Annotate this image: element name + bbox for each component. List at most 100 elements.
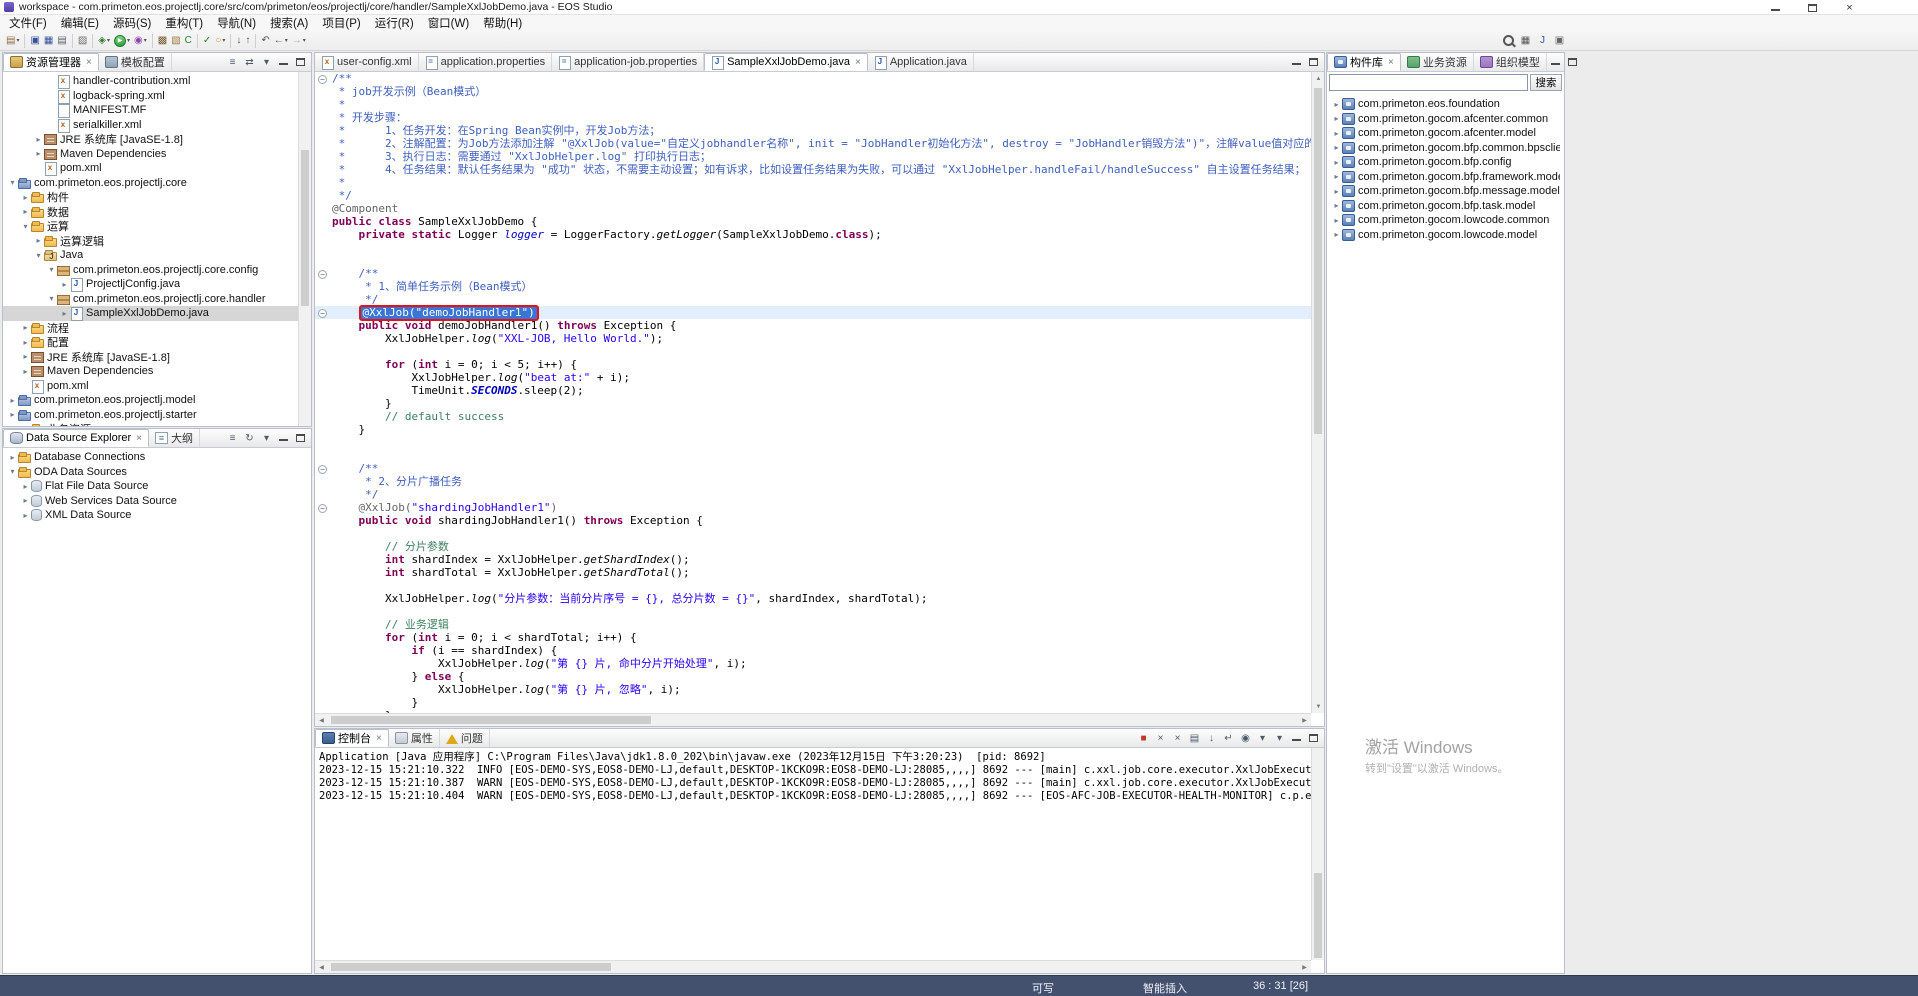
- expand-arrow-icon[interactable]: ▸: [20, 511, 31, 520]
- code-line[interactable]: [315, 254, 1311, 267]
- last-edit-location-icon[interactable]: ↶: [260, 33, 270, 49]
- tree-item[interactable]: ▸JRE 系统库 [JavaSE-1.8]: [3, 350, 298, 365]
- expand-arrow-icon[interactable]: ▸: [33, 149, 44, 158]
- tree-item[interactable]: ▾Java: [3, 248, 298, 263]
- tree-item[interactable]: pom.xml: [3, 161, 298, 176]
- code-line[interactable]: if (i == shardIndex) {: [315, 644, 1311, 657]
- tree-item[interactable]: ▸com.primeton.gocom.lowcode.common: [1327, 213, 1564, 228]
- close-tab-icon[interactable]: ×: [376, 733, 382, 744]
- scroll-lock-icon[interactable]: ↓: [1204, 731, 1219, 746]
- tree-item[interactable]: ▸com.primeton.gocom.bfp.common.bpsclient: [1327, 141, 1564, 156]
- tab-resource-explorer[interactable]: 资源管理器×: [3, 53, 99, 71]
- code-line[interactable]: public void shardingJobHandler1() throws…: [315, 514, 1311, 527]
- word-wrap-icon[interactable]: ↵: [1221, 731, 1236, 746]
- new-class-icon[interactable]: C: [184, 33, 193, 49]
- tree-item[interactable]: pom.xml: [3, 379, 298, 394]
- expand-arrow-icon[interactable]: ▸: [20, 323, 31, 332]
- remove-all-launches-icon[interactable]: ×: [1170, 731, 1185, 746]
- code-line[interactable]: [315, 579, 1311, 592]
- expand-arrow-icon[interactable]: ▾: [7, 178, 18, 187]
- tree-item[interactable]: ▸XML Data Source: [3, 508, 311, 523]
- expand-arrow-icon[interactable]: ▸: [1331, 114, 1342, 123]
- search-menu-icon[interactable]: ○▾: [214, 33, 226, 49]
- tree-item[interactable]: ▸com.primeton.eos.foundation: [1327, 97, 1564, 112]
- open-perspective-icon[interactable]: ▦: [1518, 33, 1533, 48]
- code-line[interactable]: TimeUnit.SECONDS.sleep(2);: [315, 384, 1311, 397]
- maximize-editor-icon[interactable]: [1306, 55, 1321, 70]
- print-icon[interactable]: ▤: [56, 33, 67, 49]
- expand-arrow-icon[interactable]: ▸: [20, 496, 31, 505]
- expand-arrow-icon[interactable]: ▾: [33, 251, 44, 260]
- task-check-icon[interactable]: ✓: [202, 33, 212, 49]
- tree-item[interactable]: ▸SampleXxlJobDemo.java: [3, 306, 298, 321]
- tree-item[interactable]: ▸com.primeton.gocom.bfp.task.model: [1327, 199, 1564, 214]
- save-all-icon[interactable]: ▦: [43, 33, 54, 49]
- scroll-right-icon[interactable]: ▶: [1298, 961, 1311, 974]
- search-icon[interactable]: [1501, 33, 1516, 48]
- code-line[interactable]: −/**: [315, 72, 1311, 85]
- clear-console-icon[interactable]: ▤: [1187, 731, 1202, 746]
- expand-arrow-icon[interactable]: ▸: [1331, 230, 1342, 239]
- expand-arrow-icon[interactable]: ▸: [20, 482, 31, 491]
- window-minimize-button[interactable]: [1757, 0, 1794, 15]
- code-line[interactable]: // 分片参数: [315, 540, 1311, 553]
- minimize-panel-icon[interactable]: [276, 431, 291, 446]
- tree-item[interactable]: ▸com.primeton.gocom.bfp.config: [1327, 155, 1564, 170]
- tab-samplexxljobdemo-java[interactable]: SampleXxlJobDemo.java×: [704, 53, 868, 71]
- menu-edit[interactable]: 编辑(E): [54, 15, 106, 31]
- expand-arrow-icon[interactable]: ▸: [1331, 187, 1342, 196]
- profile-icon[interactable]: ◉▾: [133, 33, 148, 49]
- code-line[interactable]: int shardTotal = XxlJobHelper.getShardTo…: [315, 566, 1311, 579]
- tree-item[interactable]: serialkiller.xml: [3, 118, 298, 133]
- previous-annotation-icon[interactable]: ↑: [244, 33, 251, 49]
- explorer-scrollbar[interactable]: [298, 72, 311, 426]
- scroll-left-icon[interactable]: ◀: [315, 961, 328, 974]
- run-icon[interactable]: ▶▾: [113, 33, 131, 49]
- close-tab-icon[interactable]: ×: [86, 57, 92, 68]
- code-line[interactable]: [315, 605, 1311, 618]
- tab-organization-model[interactable]: 组织模型: [1474, 53, 1547, 71]
- tab-console[interactable]: 控制台×: [315, 729, 389, 747]
- expand-arrow-icon[interactable]: ▸: [1331, 100, 1342, 109]
- tree-item[interactable]: ▸com.primeton.gocom.afcenter.common: [1327, 112, 1564, 127]
- maximize-panel-icon[interactable]: [1565, 55, 1580, 70]
- menu-help[interactable]: 帮助(H): [476, 15, 529, 31]
- remove-launch-icon[interactable]: ×: [1153, 731, 1168, 746]
- tree-item[interactable]: ▸com.primeton.gocom.afcenter.model: [1327, 126, 1564, 141]
- tree-item[interactable]: ▾运算: [3, 219, 298, 234]
- expand-arrow-icon[interactable]: ▾: [46, 294, 57, 303]
- back-icon[interactable]: ←▾: [273, 33, 289, 49]
- expand-arrow-icon[interactable]: ▸: [59, 309, 70, 318]
- minimize-panel-icon[interactable]: [1548, 55, 1563, 70]
- tree-item[interactable]: ▸运算逻辑: [3, 234, 298, 249]
- menu-window[interactable]: 窗口(W): [421, 15, 477, 31]
- code-line[interactable]: * 2、注解配置：为Job方法添加注解 "@XxlJob(value="自定义j…: [315, 137, 1311, 150]
- tree-item[interactable]: ▸JRE 系统库 [JavaSE-1.8]: [3, 132, 298, 147]
- code-line[interactable]: * job开发示例（Bean模式）: [315, 85, 1311, 98]
- expand-arrow-icon[interactable]: ▸: [20, 367, 31, 376]
- expand-arrow-icon[interactable]: ▸: [1331, 216, 1342, 225]
- code-line[interactable]: [315, 436, 1311, 449]
- new-java-project-icon[interactable]: ▩: [157, 33, 168, 49]
- code-line[interactable]: − @XxlJob("demoJobHandler1"): [315, 306, 1311, 319]
- expand-arrow-icon[interactable]: ▾: [7, 467, 18, 476]
- scroll-left-icon[interactable]: ◀: [315, 714, 328, 727]
- view-menu-icon[interactable]: ▾: [259, 431, 274, 446]
- new-wizard-icon[interactable]: ▤▾: [5, 33, 20, 49]
- expand-arrow-icon[interactable]: ▸: [7, 396, 18, 405]
- expand-arrow-icon[interactable]: ▸: [7, 410, 18, 419]
- expand-arrow-icon[interactable]: ▸: [33, 135, 44, 144]
- tab-component-library[interactable]: 构件库×: [1327, 53, 1401, 71]
- code-line[interactable]: *: [315, 176, 1311, 189]
- tree-item[interactable]: ▾com.primeton.eos.projectlj.core: [3, 176, 298, 191]
- code-line[interactable]: XxlJobHelper.log("分片参数：当前分片序号 = {}, 总分片数…: [315, 592, 1311, 605]
- forward-icon[interactable]: →▾: [291, 33, 307, 49]
- new-package-icon[interactable]: ▧: [170, 33, 181, 49]
- open-console-icon[interactable]: ▾: [1272, 731, 1287, 746]
- code-line[interactable]: }: [315, 696, 1311, 709]
- tree-item[interactable]: ▸Web Services Data Source: [3, 494, 311, 509]
- save-icon[interactable]: ▣: [29, 33, 40, 49]
- code-line[interactable]: */: [315, 189, 1311, 202]
- code-line[interactable]: XxlJobHelper.log("第 {} 片, 忽略", i);: [315, 683, 1311, 696]
- expand-arrow-icon[interactable]: ▸: [20, 193, 31, 202]
